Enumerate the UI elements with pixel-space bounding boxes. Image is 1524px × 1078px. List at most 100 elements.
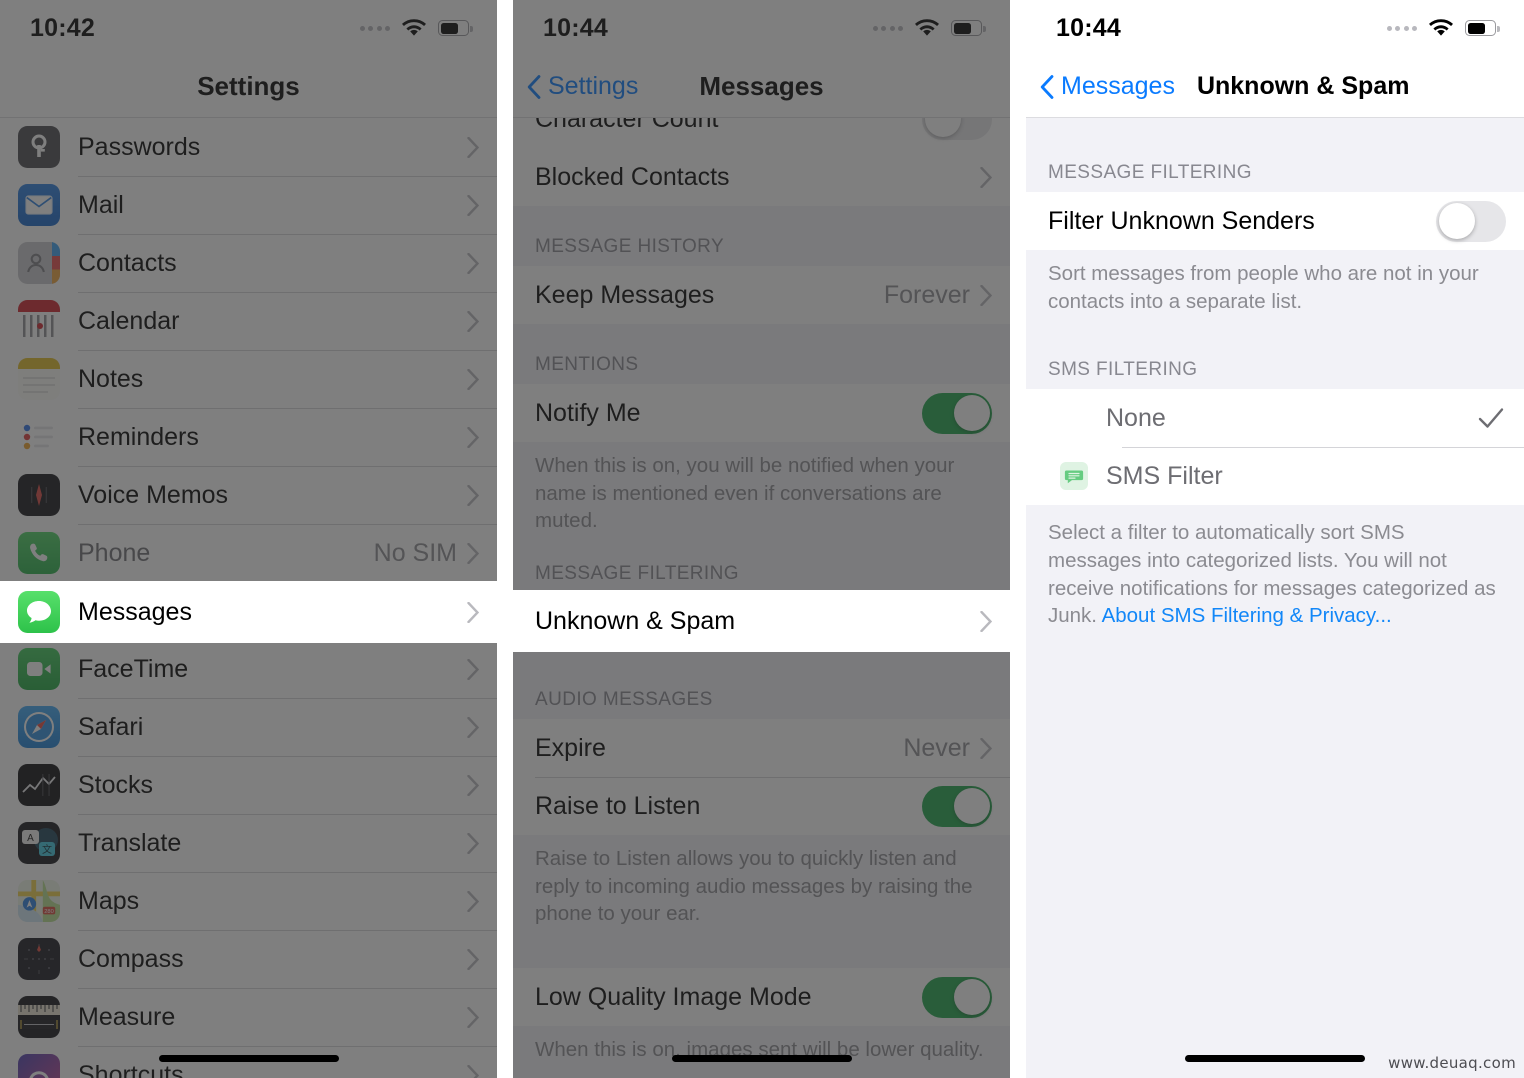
- chevron-right-icon: [467, 194, 479, 216]
- chevron-right-icon: [467, 948, 479, 970]
- nav-bar: Messages Unknown & Spam: [1026, 56, 1524, 118]
- row-value: No SIM: [373, 538, 457, 567]
- row-label: Safari: [78, 712, 144, 741]
- chevron-right-icon: [467, 832, 479, 854]
- low-quality-image-mode-toggle[interactable]: [922, 976, 992, 1018]
- sidebar-item-translate[interactable]: A 文 Translate: [0, 814, 497, 872]
- row-label: Mail: [78, 190, 124, 219]
- section-header-message-history: MESSAGE HISTORY: [535, 236, 725, 257]
- compass-app-icon: [18, 938, 60, 980]
- contacts-app-icon: [18, 242, 60, 284]
- translate-app-icon: A 文: [18, 822, 60, 864]
- checkmark-icon: [1478, 408, 1504, 429]
- row-blocked-contacts[interactable]: Blocked Contacts: [513, 148, 1010, 206]
- back-button-label: Messages: [1061, 72, 1175, 100]
- row-label: Notify Me: [535, 398, 641, 427]
- section-header-message-filtering: MESSAGE FILTERING: [1048, 162, 1252, 183]
- sidebar-item-measure[interactable]: Measure: [0, 988, 497, 1046]
- notes-app-icon: [18, 358, 60, 400]
- sidebar-item-stocks[interactable]: Stocks: [0, 756, 497, 814]
- signal-dots-icon: [359, 25, 390, 31]
- sidebar-item-calendar[interactable]: Calendar: [0, 292, 497, 350]
- status-bar-indicators: [872, 18, 986, 38]
- phone-panel-unknown-and-spam: 10:44 Messages Unknown & Spam MESSAGE FI…: [1026, 0, 1524, 1078]
- section-footer-mentions: When this is on, you will be notified wh…: [535, 454, 955, 533]
- sidebar-item-reminders[interactable]: Reminders: [0, 408, 497, 466]
- section-header-audio-messages: AUDIO MESSAGES: [535, 689, 713, 711]
- home-indicator: [1185, 1055, 1365, 1062]
- row-label: Notes: [78, 364, 144, 393]
- row-raise-to-listen[interactable]: Raise to Listen: [513, 777, 1010, 836]
- chevron-right-icon: [467, 658, 479, 680]
- sidebar-item-messages[interactable]: Messages: [0, 583, 497, 641]
- row-sms-filter-none[interactable]: None: [1026, 389, 1524, 448]
- three-phone-screenshot-stage: 10:42 Settings Passwords Mail Contacts C…: [0, 0, 1524, 1078]
- back-button-label: Settings: [548, 72, 639, 100]
- status-bar-time: 10:42: [30, 13, 95, 42]
- row-expire[interactable]: Expire Never: [513, 719, 1010, 778]
- row-sms-filter-app[interactable]: SMS Filter: [1026, 447, 1524, 506]
- row-label: Voice Memos: [78, 480, 229, 509]
- character-count-toggle[interactable]: [922, 118, 992, 140]
- row-unknown-and-spam[interactable]: Unknown & Spam: [513, 592, 1010, 650]
- sidebar-item-facetime[interactable]: FaceTime: [0, 640, 497, 698]
- row-label: SMS Filter: [1106, 461, 1223, 490]
- sidebar-item-notes[interactable]: Notes: [0, 350, 497, 408]
- maps-app-icon: 280: [18, 880, 60, 922]
- row-label: Expire: [535, 733, 606, 762]
- row-label: Contacts: [78, 248, 177, 277]
- calendar-app-icon: [18, 300, 60, 342]
- status-bar: 10:44: [513, 0, 1010, 56]
- unknown-and-spam-list[interactable]: MESSAGE FILTERING Filter Unknown Senders…: [1026, 118, 1524, 1078]
- sidebar-item-compass[interactable]: Compass: [0, 930, 497, 988]
- svg-text:文: 文: [42, 843, 52, 856]
- wifi-icon: [401, 18, 427, 38]
- raise-to-listen-toggle[interactable]: [922, 785, 992, 827]
- sidebar-item-safari[interactable]: Safari: [0, 698, 497, 756]
- nav-bar: Messages Settings: [513, 56, 1010, 118]
- status-bar-indicators: [1386, 18, 1500, 38]
- wifi-icon: [914, 18, 940, 38]
- signal-dots-icon: [1386, 25, 1417, 31]
- section-header-sms-filtering: SMS FILTERING: [1048, 359, 1198, 381]
- reminders-app-icon: [18, 416, 60, 458]
- row-label: Calendar: [78, 306, 180, 335]
- chevron-right-icon: [467, 774, 479, 796]
- sidebar-item-voice-memos[interactable]: Voice Memos: [0, 466, 497, 524]
- sidebar-item-maps[interactable]: 280 Maps: [0, 872, 497, 930]
- back-button[interactable]: Messages: [1026, 72, 1175, 101]
- sidebar-item-shortcuts[interactable]: Shortcuts: [0, 1046, 497, 1078]
- sidebar-item-phone[interactable]: Phone No SIM: [0, 524, 497, 582]
- about-sms-filtering-link[interactable]: About SMS Filtering & Privacy...: [1102, 604, 1392, 627]
- row-keep-messages[interactable]: Keep Messages Forever: [513, 266, 1010, 324]
- filter-unknown-senders-toggle[interactable]: [1436, 200, 1506, 242]
- chevron-right-icon: [980, 284, 992, 306]
- row-low-quality-image-mode[interactable]: Low Quality Image Mode: [513, 968, 1010, 1027]
- section-header-mentions: MENTIONS: [535, 354, 639, 375]
- chevron-right-icon: [467, 426, 479, 448]
- row-label: Filter Unknown Senders: [1048, 206, 1315, 235]
- row-value: Forever: [883, 280, 970, 309]
- sidebar-item-contacts[interactable]: Contacts: [0, 234, 497, 292]
- row-label: Passwords: [78, 132, 201, 161]
- sidebar-item-mail[interactable]: Mail: [0, 176, 497, 234]
- back-button[interactable]: Settings: [513, 72, 638, 101]
- empty-icon-slot: [1060, 404, 1088, 432]
- row-filter-unknown-senders[interactable]: Filter Unknown Senders: [1026, 192, 1524, 250]
- row-label: Translate: [78, 828, 182, 857]
- measure-app-icon: [18, 996, 60, 1038]
- nav-bar: Settings: [0, 56, 497, 118]
- chevron-right-icon: [467, 310, 479, 332]
- row-label: Stocks: [78, 770, 154, 799]
- home-indicator: [671, 1055, 852, 1062]
- sidebar-item-passwords[interactable]: Passwords: [0, 118, 497, 176]
- row-label: Low Quality Image Mode: [535, 982, 812, 1011]
- row-character-count[interactable]: Character Count: [513, 118, 1010, 148]
- row-label: Raise to Listen: [535, 791, 701, 820]
- row-notify-me[interactable]: Notify Me: [513, 384, 1010, 442]
- messages-app-icon: [18, 591, 60, 633]
- row-label: Maps: [78, 886, 140, 915]
- notify-me-toggle[interactable]: [922, 392, 992, 434]
- row-label: Phone: [78, 538, 151, 567]
- row-label: Keep Messages: [535, 280, 715, 309]
